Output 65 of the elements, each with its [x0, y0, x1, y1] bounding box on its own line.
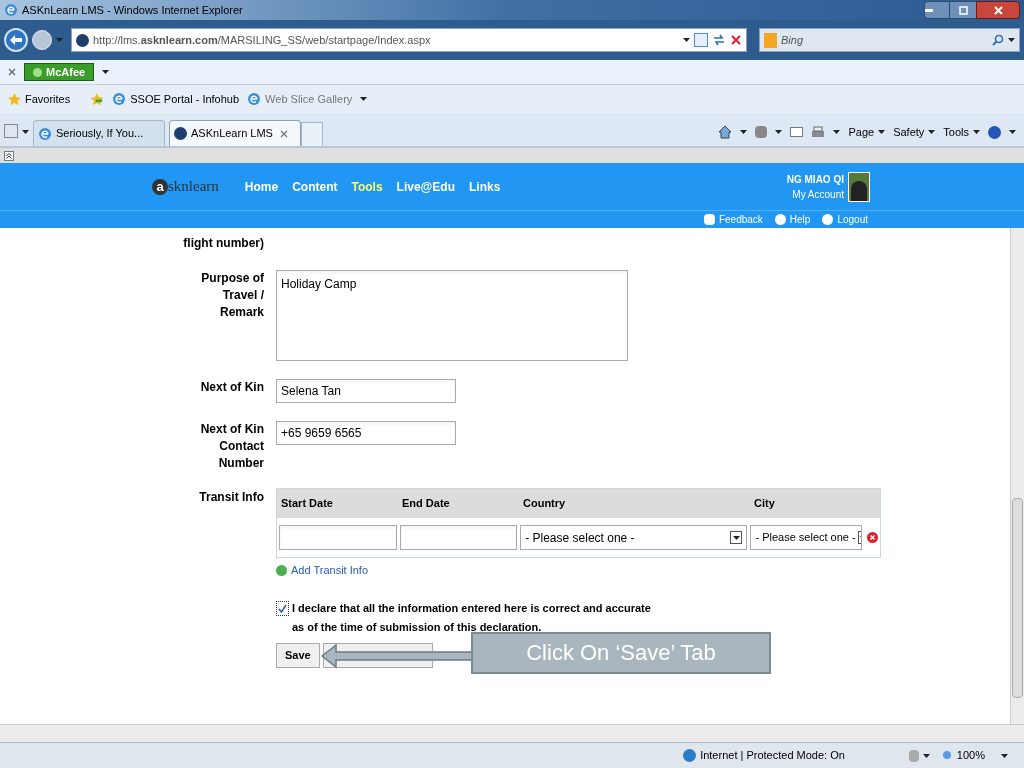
browser-tab[interactable]: Seriously, If You... [33, 120, 165, 146]
city-select[interactable]: - Please select one - [750, 525, 863, 550]
site-logo[interactable]: a sknlearn [152, 175, 219, 198]
country-select[interactable]: - Please select one - [520, 525, 748, 550]
window-title: ASKnLearn LMS - Windows Internet Explorer [22, 2, 243, 18]
add-favorite-icon[interactable] [90, 92, 105, 106]
favorite-link[interactable]: Web Slice Gallery [247, 90, 353, 108]
save-button[interactable]: Save [276, 642, 320, 668]
stop-icon[interactable] [730, 34, 742, 46]
printer-icon[interactable] [811, 125, 826, 139]
start-date-input[interactable] [279, 525, 397, 550]
restore-icon [958, 5, 968, 15]
text-input[interactable]: Selena Tan [276, 379, 456, 403]
globe-e-icon [247, 92, 262, 106]
remark-textarea[interactable]: Holiday Camp [276, 270, 628, 361]
command-menu[interactable]: Tools [943, 123, 980, 141]
end-date-input[interactable] [399, 525, 518, 550]
star-icon [8, 92, 21, 106]
column-header: End Date [401, 496, 451, 512]
field-label: Transit Info [198, 489, 264, 506]
remove-icon[interactable] [867, 532, 878, 543]
close-icon [993, 5, 1003, 15]
browser-tab[interactable]: ASKnLearn LMS [169, 120, 301, 146]
url-text: http://lms.asknlearn.com/MARSILING_SS/web/startpage/Index.aspx [93, 32, 431, 48]
globe-e-icon [112, 92, 127, 106]
home-icon[interactable] [718, 125, 733, 139]
field-label: Purpose of Travel / Remark [200, 270, 264, 321]
refresh-icon[interactable] [712, 33, 726, 47]
collapse-icon[interactable] [4, 150, 14, 161]
field-label: flight number) [183, 235, 264, 252]
horizontal-scrollbar[interactable] [0, 724, 1024, 742]
back-button[interactable] [4, 28, 28, 52]
back-arrow-icon [10, 35, 22, 45]
close-button[interactable] [976, 1, 1020, 19]
vertical-scrollbar[interactable] [1010, 228, 1024, 724]
user-name: NG MIAO QI [786, 172, 844, 187]
forward-button[interactable] [32, 30, 52, 50]
field-label: Next of Kin [199, 379, 264, 396]
favorite-link[interactable]: SSOE Portal - Infohub [112, 90, 240, 108]
minimize-icon [925, 8, 933, 12]
command-menu[interactable]: Safety [893, 123, 936, 141]
site-favicon-icon [174, 127, 187, 140]
command-menu[interactable]: Page [848, 123, 886, 141]
address-field[interactable]: http://lms.asknlearn.com/MARSILING_SS/web/startpage/Index.aspx [71, 28, 747, 52]
search-field[interactable]: Bing [759, 28, 1020, 52]
close-icon[interactable] [280, 129, 288, 138]
declaration-checkbox[interactable] [276, 600, 289, 616]
close-icon[interactable] [8, 68, 16, 76]
search-icon[interactable] [992, 34, 1004, 46]
column-header: Country [522, 496, 567, 512]
favorites-button[interactable]: Favorites [8, 90, 71, 108]
zone-status: Internet | Protected Mode: On [700, 748, 845, 764]
column-header: Start Date [280, 496, 334, 512]
callout-box: Click On ‘Save’ Tab [471, 631, 771, 674]
text-input[interactable]: +65 9659 6565 [276, 421, 456, 445]
site-favicon-icon [76, 33, 89, 47]
column-header: City [753, 496, 775, 512]
avatar-silhouette-icon [848, 171, 870, 202]
globe-e-icon [4, 3, 18, 17]
globe-e-icon [38, 126, 52, 141]
minimize-button[interactable] [924, 1, 950, 19]
zoom-button[interactable]: 100% [941, 747, 1024, 764]
field-label: Next of Kin Contact Number [199, 421, 264, 472]
maximize-button[interactable] [950, 1, 976, 19]
add-transit-link[interactable]: Add Transit Info [276, 562, 881, 579]
